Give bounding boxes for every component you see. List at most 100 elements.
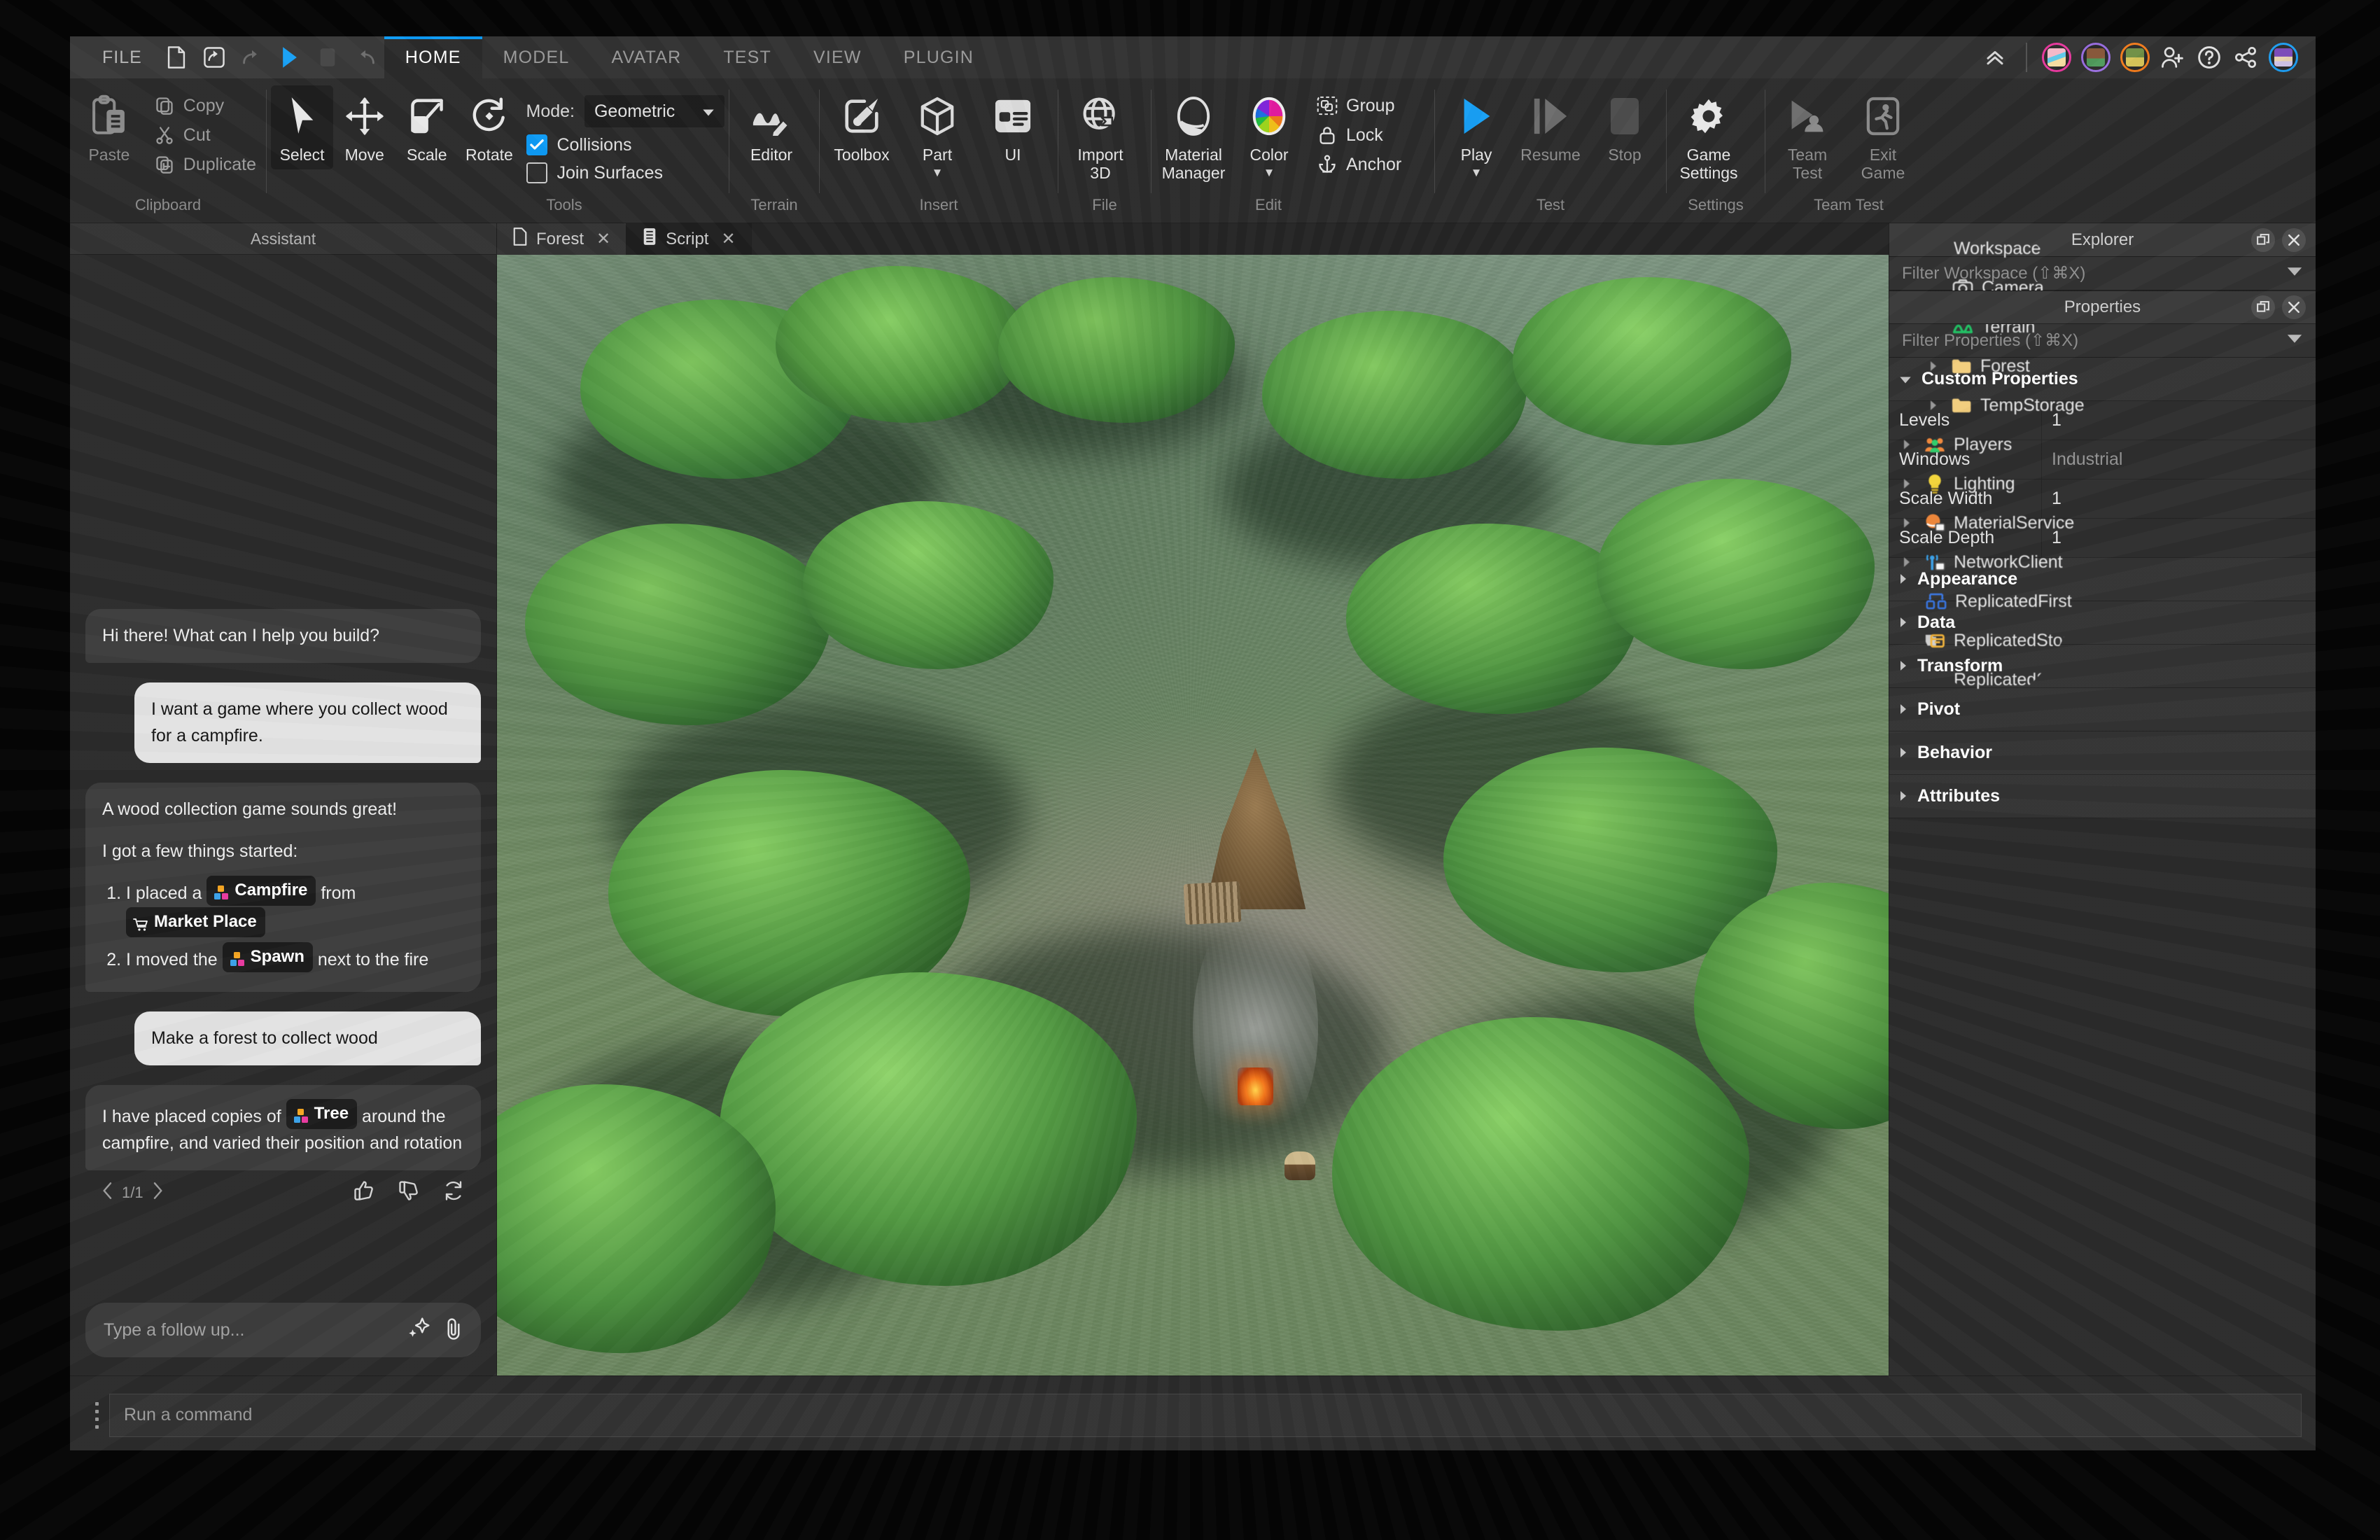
thumbs-down-icon[interactable] [398,1180,419,1205]
twisty-right-icon[interactable] [1899,656,1907,676]
help-icon[interactable] [2191,36,2227,78]
copy-button[interactable]: Copy [154,95,256,116]
share-icon[interactable] [195,36,233,78]
new-file-icon[interactable] [158,36,195,78]
close-icon[interactable] [2282,295,2306,319]
account-avatar[interactable] [2269,43,2298,72]
tree-item-players[interactable]: Players [1889,425,2098,464]
chevron-left-icon[interactable] [102,1182,113,1203]
move-tool-button[interactable]: Move [333,85,396,169]
section-pivot[interactable]: Pivot [1889,688,2316,732]
anchor-button[interactable]: Anchor [1317,154,1401,175]
file-menu-button[interactable]: FILE [87,48,158,68]
chevron-down-icon[interactable] [2286,267,2303,280]
assistant-panel: Assistant Hi there! What can I help you … [70,223,497,1376]
twisty-right-icon[interactable] [1898,439,1916,450]
tree-item-tempstorage[interactable]: TempStorage [1889,386,2098,425]
terrain-editor-button[interactable]: Editor [734,85,809,169]
part-button[interactable]: Part ▼ [899,85,975,183]
popout-icon[interactable] [2251,228,2275,252]
tab-plugin[interactable]: PLUGIN [883,36,995,78]
twisty-right-icon[interactable] [1899,786,1907,806]
edit-small-actions: Group Lock Anchor [1307,85,1407,175]
gear-icon [1689,91,1728,141]
group-button[interactable]: Group [1317,95,1401,116]
scale-tool-button[interactable]: Scale [396,85,458,169]
section-behavior[interactable]: Behavior [1889,732,2316,775]
twisty-right-icon[interactable] [1899,743,1907,763]
3d-viewport[interactable] [497,255,1889,1376]
material-manager-button[interactable]: Material Manager [1156,85,1231,188]
share-nodes-icon[interactable] [2227,36,2264,78]
tab-script[interactable]: Script ✕ [626,223,751,255]
tab-avatar[interactable]: AVATAR [591,36,703,78]
ui-button[interactable]: UI [975,85,1051,169]
chevron-down-icon[interactable]: ▼ [1471,168,1483,178]
avatar-3[interactable] [2120,43,2150,72]
tree-item-materialservice[interactable]: MaterialService [1889,503,2098,542]
close-icon[interactable] [2282,228,2306,252]
chevron-up-double-icon[interactable] [1974,36,2016,78]
join-surfaces-checkbox[interactable] [526,162,547,183]
twisty-right-icon[interactable] [1898,517,1916,528]
close-icon[interactable]: ✕ [721,229,735,249]
duplicate-button[interactable]: Duplicate [154,154,256,175]
twisty-right-icon[interactable] [1898,556,1916,568]
stop-button: Stop [1588,85,1662,169]
properties-actions [2251,295,2306,319]
tree-item-replicatedfirst[interactable]: ReplicatedFirst [1889,582,2098,621]
chip-spawn[interactable]: Spawn [223,942,313,972]
cut-button[interactable]: Cut [154,125,256,146]
play-button[interactable]: Play ▼ [1439,85,1513,183]
collisions-checkbox[interactable] [526,134,547,155]
join-surfaces-checkbox-row[interactable]: Join Surfaces [521,155,724,183]
twisty-right-icon[interactable] [1898,478,1916,489]
play-icon[interactable] [271,36,309,78]
chevron-down-icon[interactable]: ▼ [1264,168,1275,178]
twisty-right-icon[interactable] [1924,360,1942,372]
tab-view[interactable]: VIEW [792,36,883,78]
mode-select[interactable]: Geometric [584,95,724,127]
section-attributes[interactable]: Attributes [1889,775,2316,818]
group-label-tools: Tools [404,196,724,223]
command-input[interactable]: Run a command [109,1394,2302,1437]
game-settings-button[interactable]: Game Settings [1671,85,1746,188]
close-icon[interactable]: ✕ [596,229,610,249]
avatar-1[interactable] [2042,43,2071,72]
stump[interactable] [1284,1152,1315,1181]
avatar-2[interactable] [2081,43,2110,72]
popout-icon[interactable] [2251,295,2275,319]
tab-test[interactable]: TEST [702,36,792,78]
tree-item-networkclient[interactable]: NetworkClient [1889,542,2098,582]
twisty-right-icon[interactable] [1924,400,1942,411]
paperclip-icon[interactable] [444,1317,463,1344]
followup-input[interactable]: Type a follow up... [85,1303,481,1357]
thumbs-up-icon[interactable] [354,1180,374,1205]
chevron-down-icon[interactable] [2286,334,2303,347]
lock-button[interactable]: Lock [1317,125,1401,146]
color-button[interactable]: Color ▼ [1231,85,1307,183]
tree-item-forest[interactable]: Forest [1889,346,2098,386]
chip-market-place[interactable]: Market Place [126,907,265,937]
tab-model[interactable]: MODEL [482,36,591,78]
kebab-icon[interactable] [84,1402,109,1429]
collisions-checkbox-row[interactable]: Collisions [521,127,724,155]
chevron-down-icon[interactable]: ▼ [932,168,944,178]
chevron-right-icon[interactable] [152,1182,163,1203]
select-tool-button[interactable]: Select [271,85,333,169]
twisty-right-icon[interactable] [1899,699,1907,720]
add-user-icon[interactable] [2155,36,2191,78]
tab-home[interactable]: HOME [384,36,482,78]
rotate-tool-button[interactable]: Rotate [458,85,520,169]
import-3d-button[interactable]: Import 3D [1063,85,1138,188]
chip-tree[interactable]: Tree [286,1099,357,1129]
regenerate-icon[interactable] [443,1180,464,1205]
tab-forest[interactable]: Forest ✕ [497,223,626,255]
tree-item-lighting[interactable]: Lighting [1889,464,2098,503]
sparkle-icon[interactable] [407,1317,430,1343]
toolbox-button[interactable]: Toolbox [824,85,899,169]
twisty-right-icon[interactable] [1899,612,1907,633]
chip-campfire[interactable]: Campfire [206,876,316,906]
campfire[interactable] [1238,1068,1274,1105]
paste-button[interactable]: Paste [74,85,144,169]
